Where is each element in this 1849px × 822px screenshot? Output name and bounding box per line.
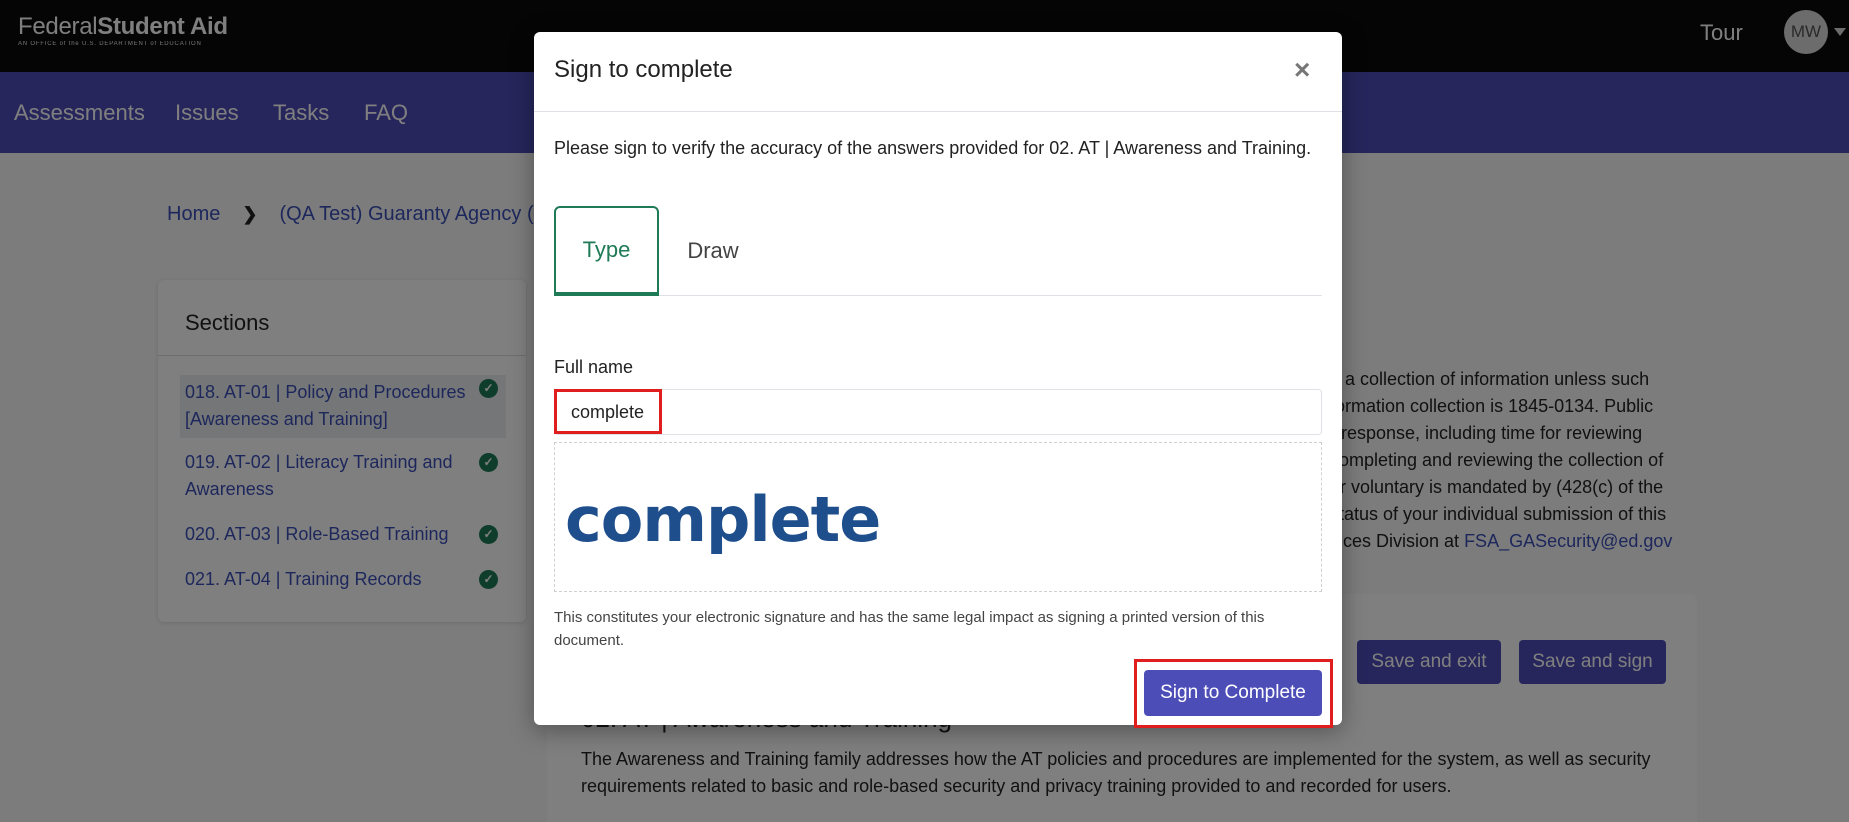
full-name-input[interactable] [554,389,1322,435]
close-icon[interactable]: × [1294,54,1310,86]
modal-title: Sign to complete [554,56,733,83]
signature-tabs: Type Draw [554,206,1322,296]
full-name-label: Full name [554,357,634,377]
signature-preview: complete [554,442,1322,592]
signature-disclaimer: This constitutes your electronic signatu… [554,609,1265,649]
signature-preview-text: complete [565,483,881,556]
tab-type[interactable]: Type [554,206,659,296]
sign-button-highlight [1134,659,1333,728]
full-name-highlight [554,389,662,434]
sign-modal: Sign to complete × Please sign to verify… [534,32,1342,728]
tab-draw[interactable]: Draw [668,206,758,296]
modal-description: Please sign to verify the accuracy of th… [554,138,1312,158]
modal-header: Sign to complete × [534,32,1342,112]
